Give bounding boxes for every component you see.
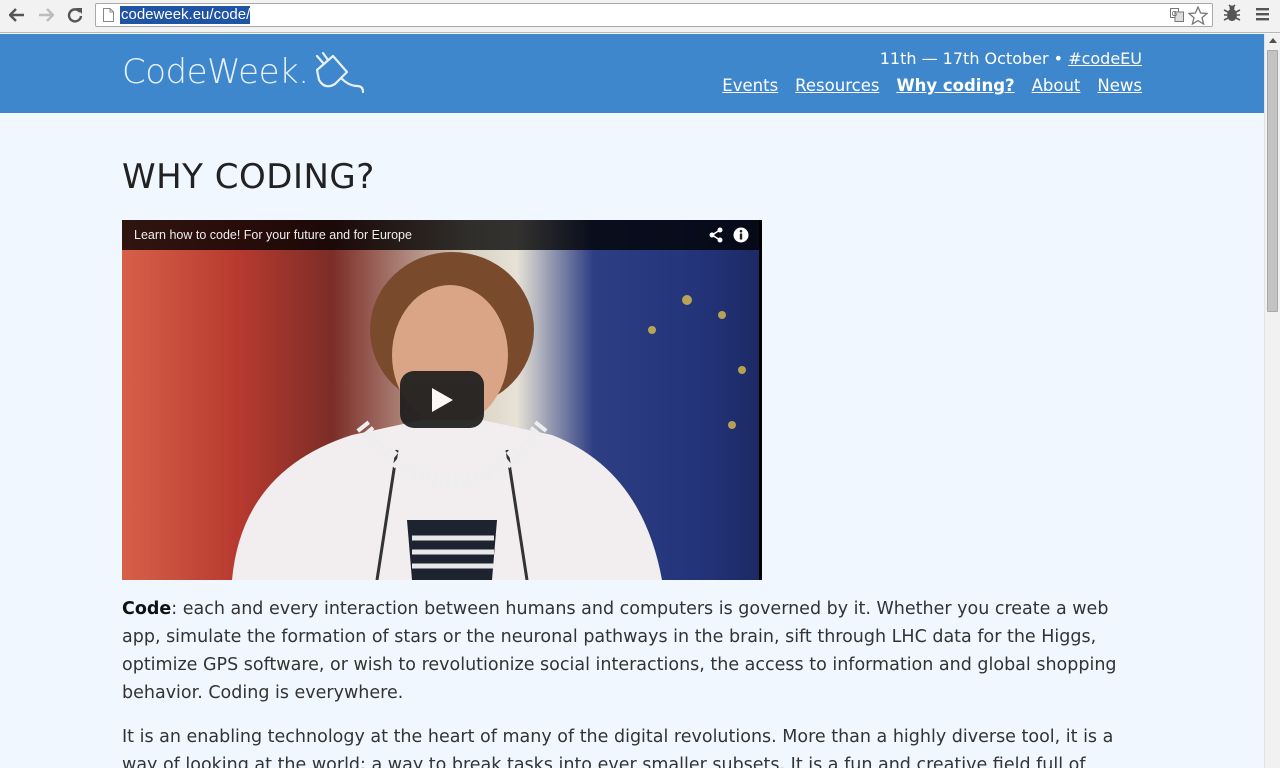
reload-button[interactable]: [63, 4, 87, 26]
share-icon[interactable]: [708, 227, 724, 243]
paragraph: It is an enabling technology at the hear…: [122, 727, 1114, 768]
extension-bug-icon[interactable]: [1221, 4, 1243, 24]
scroll-up-arrow-icon[interactable]: [1269, 38, 1277, 43]
article-body: Code: each and every interaction between…: [122, 595, 1142, 768]
main-content: WHY CODING? Learn how to code! For your: [122, 113, 1142, 768]
play-icon: [432, 387, 453, 412]
paragraph-bold-term: Code: [122, 599, 172, 619]
scrollbar-thumb[interactable]: [1267, 50, 1278, 312]
paragraph-text: : each and every interaction between hum…: [122, 599, 1117, 703]
site-header: CodeWeek. 11th — 17th October • #codeEU …: [0, 34, 1264, 113]
play-button[interactable]: [400, 371, 484, 428]
nav-about[interactable]: About: [1032, 76, 1081, 95]
page-icon: [103, 8, 114, 22]
plug-logo-icon: [315, 52, 364, 94]
nav-news[interactable]: News: [1097, 76, 1142, 95]
paragraph: Code: each and every interaction between…: [122, 595, 1142, 707]
back-arrow-icon: [9, 8, 24, 22]
nav-why-coding[interactable]: Why coding?: [896, 76, 1014, 95]
video-titlebar: Learn how to code! For your future and f…: [122, 220, 762, 250]
forward-arrow-icon: [39, 8, 54, 22]
hashtag-link[interactable]: #codeEU: [1068, 49, 1142, 68]
forward-button[interactable]: [34, 4, 58, 26]
event-dates: 11th — 17th October • #codeEU: [880, 49, 1142, 68]
video-player[interactable]: Learn how to code! For your future and f…: [122, 220, 762, 580]
address-bar[interactable]: codeweek.eu/code/ G: [95, 3, 1213, 27]
video-title[interactable]: Learn how to code! For your future and f…: [134, 228, 412, 242]
logo-text: CodeWeek.: [122, 52, 309, 92]
info-icon[interactable]: [733, 227, 749, 243]
nav-resources[interactable]: Resources: [795, 76, 879, 95]
event-dates-text: 11th — 17th October •: [879, 49, 1064, 68]
browser-toolbar: codeweek.eu/code/ G: [0, 0, 1280, 33]
browser-menu-icon[interactable]: [1255, 6, 1271, 22]
nav-events[interactable]: Events: [722, 76, 778, 95]
main-nav: Events Resources Why coding? About News: [722, 76, 1142, 95]
url-text[interactable]: codeweek.eu/code/: [120, 6, 251, 24]
bookmark-star-icon[interactable]: [1188, 6, 1208, 25]
page-title: WHY CODING?: [122, 157, 375, 197]
reload-icon: [67, 8, 83, 23]
svg-text:G: G: [1172, 11, 1177, 18]
page-scrollbar[interactable]: [1264, 34, 1280, 768]
back-button[interactable]: [5, 4, 29, 26]
codeweek-logo[interactable]: CodeWeek.: [122, 52, 367, 96]
translate-icon[interactable]: G: [1170, 8, 1184, 22]
